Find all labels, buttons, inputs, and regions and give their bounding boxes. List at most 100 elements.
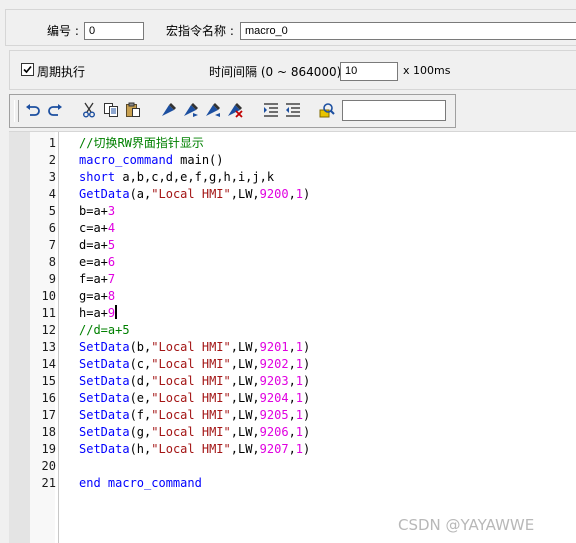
code-line[interactable]: 17 SetData(f,"Local HMI",LW,9205,1) bbox=[9, 407, 576, 424]
code-token-num: 9202 bbox=[259, 357, 289, 371]
code-text: SetData(b,"Local HMI",LW,9201,1) bbox=[79, 339, 310, 356]
code-token-plain: ) bbox=[303, 374, 311, 388]
code-token-num: 9200 bbox=[259, 187, 289, 201]
code-line[interactable]: 8 e=a+6 bbox=[9, 254, 576, 271]
code-token-plain: (c, bbox=[129, 357, 152, 371]
code-token-str: "Local HMI" bbox=[151, 425, 231, 439]
redo-icon bbox=[48, 104, 62, 116]
code-line[interactable]: 3 short a,b,c,d,e,f,g,h,i,j,k bbox=[9, 169, 576, 186]
code-token-kw: SetData bbox=[79, 340, 130, 354]
code-token-str: "Local HMI" bbox=[151, 408, 231, 422]
code-token-num: 1 bbox=[295, 187, 304, 201]
cut-button[interactable] bbox=[80, 101, 98, 119]
line-number: 5 bbox=[48, 204, 56, 218]
code-token-num: 1 bbox=[295, 374, 304, 388]
code-line[interactable]: 4 GetData(a,"Local HMI",LW,9200,1) bbox=[9, 186, 576, 203]
code-text: SetData(g,"Local HMI",LW,9206,1) bbox=[79, 424, 310, 441]
code-token-plain: a,b,c,d,e,f,g,h,i,j,k bbox=[115, 170, 275, 184]
macro-name-field[interactable]: macro_0 bbox=[240, 22, 576, 40]
periodic-options-panel: 周期执行 时间间隔 (0 ~ 864000) : 10 x 100ms bbox=[9, 50, 576, 90]
prev-bookmark-button[interactable] bbox=[204, 101, 222, 119]
line-number: 18 bbox=[41, 425, 56, 439]
code-line[interactable]: 6 c=a+4 bbox=[9, 220, 576, 237]
toggle-bookmark-button[interactable] bbox=[160, 101, 178, 119]
code-token-kw: SetData bbox=[79, 357, 130, 371]
code-text: GetData(a,"Local HMI",LW,9200,1) bbox=[79, 186, 310, 203]
code-line[interactable]: 20 bbox=[9, 458, 576, 475]
code-token-str: "Local HMI" bbox=[151, 357, 231, 371]
code-token-num: 4 bbox=[107, 221, 116, 235]
code-token-num: 6 bbox=[107, 255, 116, 269]
code-token-plain: ) bbox=[303, 391, 311, 405]
code-token-plain: (e, bbox=[129, 391, 152, 405]
code-text: end macro_command bbox=[79, 475, 202, 492]
code-text: d=a+5 bbox=[79, 237, 115, 254]
code-text: SetData(f,"Local HMI",LW,9205,1) bbox=[79, 407, 310, 424]
text-cursor bbox=[115, 305, 118, 319]
code-token-num: 9 bbox=[107, 306, 116, 320]
interval-unit: x 100ms bbox=[403, 64, 451, 77]
code-token-plain: , bbox=[288, 442, 296, 456]
code-token-plain: (g, bbox=[129, 425, 152, 439]
code-token-plain: , bbox=[288, 357, 296, 371]
code-line[interactable]: 11 h=a+9 bbox=[9, 305, 576, 322]
line-number: 8 bbox=[48, 255, 56, 269]
code-text: macro_command main() bbox=[79, 152, 224, 169]
code-text: SetData(h,"Local HMI",LW,9207,1) bbox=[79, 441, 310, 458]
indent-button[interactable] bbox=[262, 101, 280, 119]
find-button[interactable] bbox=[318, 101, 336, 119]
code-line[interactable]: 21 end macro_command bbox=[9, 475, 576, 492]
code-editor[interactable]: 1 //切换RW界面指针显示 2 macro_command main() 3 short… bbox=[9, 131, 576, 543]
code-token-str: "Local HMI" bbox=[151, 374, 231, 388]
line-number: 7 bbox=[48, 238, 56, 252]
code-token-num: 1 bbox=[295, 408, 304, 422]
next-bookmark-button[interactable] bbox=[182, 101, 200, 119]
search-input[interactable] bbox=[342, 100, 446, 121]
code-token-plain: f=a+ bbox=[79, 272, 108, 286]
code-token-plain: ,LW, bbox=[230, 408, 260, 422]
outdent-button[interactable] bbox=[284, 101, 302, 119]
code-line[interactable]: 9 f=a+7 bbox=[9, 271, 576, 288]
code-token-plain: , bbox=[288, 340, 296, 354]
code-line[interactable]: 19 SetData(h,"Local HMI",LW,9207,1) bbox=[9, 441, 576, 458]
code-token-plain: (a, bbox=[129, 187, 152, 201]
periodic-checkbox[interactable] bbox=[21, 63, 34, 76]
redo-button[interactable] bbox=[46, 101, 64, 119]
code-line[interactable]: 1 //切换RW界面指针显示 bbox=[9, 135, 576, 152]
clear-bookmarks-button[interactable] bbox=[226, 101, 244, 119]
code-token-kw: short bbox=[79, 170, 116, 184]
line-number: 12 bbox=[41, 323, 56, 337]
line-number: 10 bbox=[41, 289, 56, 303]
code-token-kw: end macro_command bbox=[79, 476, 202, 490]
code-token-plain: (h, bbox=[129, 442, 152, 456]
code-line[interactable]: 12 //d=a+5 bbox=[9, 322, 576, 339]
line-number: 16 bbox=[41, 391, 56, 405]
checkmark-icon bbox=[23, 65, 32, 74]
code-line[interactable]: 2 macro_command main() bbox=[9, 152, 576, 169]
code-line[interactable]: 18 SetData(g,"Local HMI",LW,9206,1) bbox=[9, 424, 576, 441]
code-text: //d=a+5 bbox=[79, 322, 130, 339]
code-line[interactable]: 5 b=a+3 bbox=[9, 203, 576, 220]
paste-button[interactable] bbox=[124, 101, 142, 119]
prev-bookmark-icon bbox=[206, 103, 220, 117]
code-line[interactable]: 15 SetData(d,"Local HMI",LW,9203,1) bbox=[9, 373, 576, 390]
line-number: 11 bbox=[41, 306, 56, 320]
code-token-plain: ) bbox=[303, 425, 311, 439]
code-token-kw: SetData bbox=[79, 374, 130, 388]
interval-label: 时间间隔 (0 ~ 864000) : bbox=[209, 65, 350, 79]
id-field[interactable]: 0 bbox=[84, 22, 144, 40]
code-line[interactable]: 13 SetData(b,"Local HMI",LW,9201,1) bbox=[9, 339, 576, 356]
line-number: 9 bbox=[48, 272, 56, 286]
code-line[interactable]: 16 SetData(e,"Local HMI",LW,9204,1) bbox=[9, 390, 576, 407]
code-token-plain: ,LW, bbox=[230, 391, 260, 405]
code-line[interactable]: 7 d=a+5 bbox=[9, 237, 576, 254]
copy-button[interactable] bbox=[102, 101, 120, 119]
interval-field[interactable]: 10 bbox=[340, 62, 398, 81]
code-token-plain: , bbox=[288, 391, 296, 405]
code-token-plain: main() bbox=[172, 153, 224, 167]
code-line[interactable]: 10 g=a+8 bbox=[9, 288, 576, 305]
code-text: e=a+6 bbox=[79, 254, 115, 271]
code-line[interactable]: 14 SetData(c,"Local HMI",LW,9202,1) bbox=[9, 356, 576, 373]
toolbar-grip[interactable] bbox=[14, 100, 19, 122]
undo-button[interactable] bbox=[24, 101, 42, 119]
